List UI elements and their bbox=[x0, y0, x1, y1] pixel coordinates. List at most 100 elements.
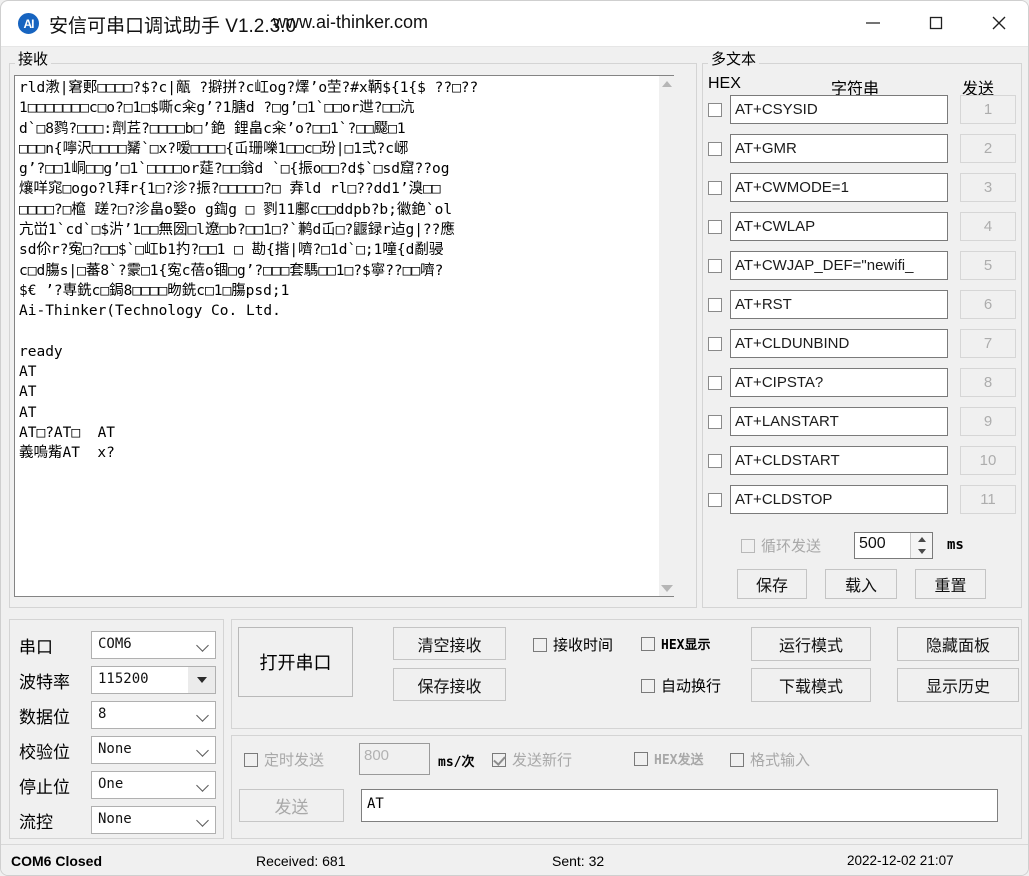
loop-send-option[interactable]: 循环发送 bbox=[741, 535, 821, 556]
command-send-button[interactable]: 2 bbox=[960, 134, 1016, 163]
dropdown-button[interactable] bbox=[188, 667, 215, 693]
serial-config-combo[interactable]: One bbox=[91, 771, 216, 799]
command-input[interactable]: AT+CWMODE=1 bbox=[730, 173, 948, 202]
serial-config-combo[interactable]: 8 bbox=[91, 701, 216, 729]
chevron-down-icon bbox=[197, 677, 207, 683]
chevron-down-icon bbox=[198, 746, 209, 753]
command-input[interactable]: AT+CLDUNBIND bbox=[730, 329, 948, 358]
serial-config-row: 流控None bbox=[19, 806, 219, 834]
stepper-down-icon[interactable] bbox=[911, 545, 932, 557]
command-input[interactable]: AT+CLDSTART bbox=[730, 446, 948, 475]
format-input-option[interactable]: 格式输入 bbox=[730, 749, 810, 770]
loop-interval-spinner[interactable]: 500 bbox=[854, 532, 933, 559]
command-input[interactable]: AT+CIPSTA? bbox=[730, 368, 948, 397]
command-row: AT+RST 6 bbox=[708, 290, 1018, 321]
send-button[interactable]: 发送 bbox=[239, 789, 344, 822]
command-input[interactable]: AT+CWJAP_DEF="newifi_ bbox=[730, 251, 948, 280]
serial-config-label: 停止位 bbox=[19, 773, 70, 798]
close-button[interactable] bbox=[967, 1, 1029, 45]
command-hex-checkbox[interactable] bbox=[708, 142, 722, 156]
command-hex-checkbox[interactable] bbox=[708, 493, 722, 507]
command-input[interactable]: AT+CSYSID bbox=[730, 95, 948, 124]
command-hex-checkbox[interactable] bbox=[708, 337, 722, 351]
loop-send-checkbox[interactable] bbox=[741, 539, 755, 553]
hex-send-checkbox[interactable] bbox=[634, 752, 648, 766]
command-input[interactable]: AT+CLDSTOP bbox=[730, 485, 948, 514]
command-send-button[interactable]: 3 bbox=[960, 173, 1016, 202]
serial-config-label: 数据位 bbox=[19, 703, 70, 728]
title-bar: AI 安信可串口调试助手 V1.2.3.0 www.ai-thinker.com bbox=[1, 1, 1029, 47]
command-send-button[interactable]: 9 bbox=[960, 407, 1016, 436]
format-input-checkbox[interactable] bbox=[730, 753, 744, 767]
command-send-button[interactable]: 6 bbox=[960, 290, 1016, 319]
command-hex-checkbox[interactable] bbox=[708, 298, 722, 312]
command-input[interactable]: AT+LANSTART bbox=[730, 407, 948, 436]
command-hex-checkbox[interactable] bbox=[708, 103, 722, 117]
loop-interval-stepper[interactable] bbox=[910, 533, 932, 558]
hide-panel-button[interactable]: 隐藏面板 bbox=[897, 627, 1019, 661]
serial-config-row: 波特率115200 bbox=[19, 666, 219, 694]
hex-send-option[interactable]: HEX发送 bbox=[634, 749, 703, 768]
receive-textarea[interactable]: rld漖|窘郠□□□□?$?c|甋 ?擗拼?c屸og?燡’o茔?#x鞆${1{$… bbox=[14, 75, 674, 597]
command-hex-checkbox[interactable] bbox=[708, 220, 722, 234]
chevron-down-icon bbox=[198, 816, 209, 823]
timed-send-checkbox[interactable] bbox=[244, 753, 258, 767]
command-send-button[interactable]: 11 bbox=[960, 485, 1016, 514]
status-received: Received: 681 bbox=[256, 853, 346, 869]
command-hex-checkbox[interactable] bbox=[708, 181, 722, 195]
minimize-button[interactable] bbox=[841, 1, 904, 45]
serial-debug-assistant-window: AI 安信可串口调试助手 V1.2.3.0 www.ai-thinker.com… bbox=[0, 0, 1029, 876]
command-send-button[interactable]: 10 bbox=[960, 446, 1016, 475]
maximize-button[interactable] bbox=[904, 1, 967, 45]
command-send-button[interactable]: 7 bbox=[960, 329, 1016, 358]
serial-config-combo[interactable]: COM6 bbox=[91, 631, 216, 659]
load-button[interactable]: 载入 bbox=[825, 569, 897, 599]
command-send-button[interactable]: 5 bbox=[960, 251, 1016, 280]
auto-wrap-checkbox[interactable] bbox=[641, 679, 655, 693]
command-input[interactable]: AT+RST bbox=[730, 290, 948, 319]
scroll-down-icon[interactable] bbox=[659, 580, 674, 596]
send-input[interactable]: AT bbox=[361, 789, 998, 822]
command-hex-checkbox[interactable] bbox=[708, 376, 722, 390]
receive-scrollbar[interactable] bbox=[659, 76, 674, 596]
loop-send-label: 循环发送 bbox=[761, 538, 821, 555]
auto-wrap-option[interactable]: 自动换行 bbox=[641, 675, 721, 696]
serial-config-row: 停止位 One bbox=[19, 771, 219, 799]
send-newline-checkbox[interactable] bbox=[492, 753, 506, 767]
column-header-hex: HEX bbox=[708, 75, 741, 93]
command-send-button[interactable]: 1 bbox=[960, 95, 1016, 124]
window-title: 安信可串口调试助手 V1.2.3.0 bbox=[49, 11, 296, 38]
clear-receive-button[interactable]: 清空接收 bbox=[393, 627, 506, 660]
save-receive-button[interactable]: 保存接收 bbox=[393, 668, 506, 701]
timed-send-option[interactable]: 定时发送 bbox=[244, 749, 324, 770]
status-sent: Sent: 32 bbox=[552, 853, 604, 869]
download-mode-button[interactable]: 下载模式 bbox=[751, 668, 871, 702]
receive-time-option[interactable]: 接收时间 bbox=[533, 634, 613, 655]
show-history-button[interactable]: 显示历史 bbox=[897, 668, 1019, 702]
send-newline-option[interactable]: 发送新行 bbox=[492, 749, 572, 770]
serial-config-combo[interactable]: None bbox=[91, 806, 216, 834]
hex-display-checkbox[interactable] bbox=[641, 637, 655, 651]
serial-config-value: 8 bbox=[98, 706, 106, 722]
command-hex-checkbox[interactable] bbox=[708, 454, 722, 468]
serial-config-combo[interactable]: 115200 bbox=[91, 666, 216, 694]
hex-display-option[interactable]: HEX显示 bbox=[641, 634, 710, 653]
chevron-down-icon bbox=[198, 711, 209, 718]
reset-button[interactable]: 重置 bbox=[915, 569, 986, 599]
stepper-up-icon[interactable] bbox=[911, 533, 932, 545]
command-hex-checkbox[interactable] bbox=[708, 415, 722, 429]
command-input[interactable]: AT+GMR bbox=[730, 134, 948, 163]
command-hex-checkbox[interactable] bbox=[708, 259, 722, 273]
command-input[interactable]: AT+CWLAP bbox=[730, 212, 948, 241]
timed-interval-input[interactable]: 800 bbox=[359, 743, 430, 775]
scroll-up-icon[interactable] bbox=[659, 76, 674, 92]
serial-config-combo[interactable]: None bbox=[91, 736, 216, 764]
command-row: AT+CLDSTOP 11 bbox=[708, 485, 1018, 516]
command-send-button[interactable]: 4 bbox=[960, 212, 1016, 241]
receive-time-checkbox[interactable] bbox=[533, 638, 547, 652]
status-port: COM6 Closed bbox=[11, 853, 102, 869]
command-send-button[interactable]: 8 bbox=[960, 368, 1016, 397]
save-button[interactable]: 保存 bbox=[737, 569, 807, 599]
run-mode-button[interactable]: 运行模式 bbox=[751, 627, 871, 661]
open-port-button[interactable]: 打开串口 bbox=[238, 627, 353, 697]
